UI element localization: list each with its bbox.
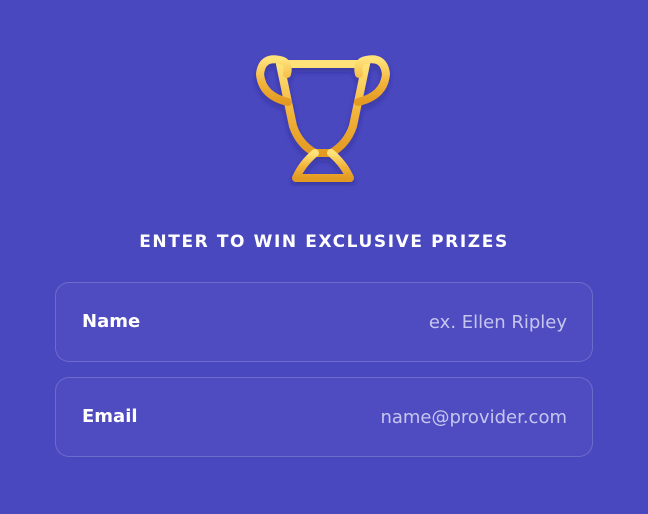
page-title: ENTER TO WIN EXCLUSIVE PRIZES (139, 232, 509, 252)
email-input[interactable] (267, 402, 567, 432)
name-input[interactable] (267, 307, 567, 337)
email-field[interactable]: Email (55, 377, 593, 457)
name-field-label: Name (82, 311, 141, 332)
email-field-label: Email (82, 406, 138, 427)
name-field[interactable]: Name (55, 282, 593, 362)
trophy-icon (256, 55, 390, 182)
